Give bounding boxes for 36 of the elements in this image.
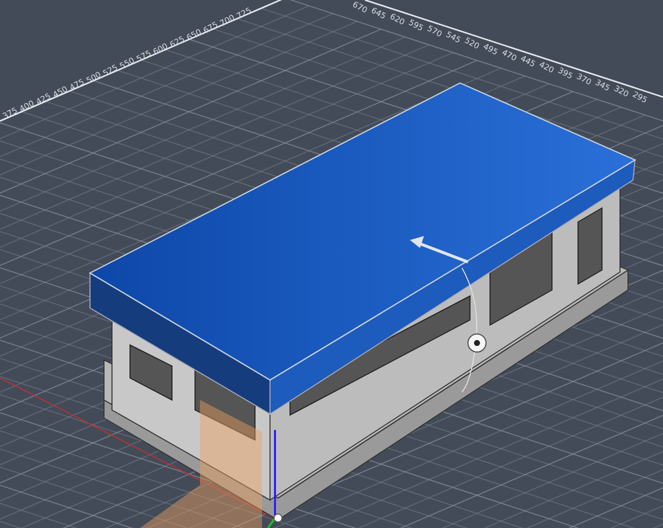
ruler-label: 295 xyxy=(631,90,649,105)
ruler-label: 445 xyxy=(519,54,537,69)
ruler-label: 700 xyxy=(218,12,236,28)
ruler-label: 370 xyxy=(575,72,593,87)
ruler-label: 470 xyxy=(500,48,518,63)
ruler-label: 475 xyxy=(68,77,86,92)
ruler-label: 520 xyxy=(463,36,481,51)
ruler-label: 400 xyxy=(18,98,36,114)
ruler-label: 570 xyxy=(426,24,444,39)
ruler-label: 545 xyxy=(444,30,462,45)
ruler-label: 345 xyxy=(594,78,612,93)
ruler-label: 625 xyxy=(168,34,186,50)
ruler-label: 550 xyxy=(118,56,136,71)
ruler-label: 395 xyxy=(556,66,574,81)
ruler-label: 320 xyxy=(612,84,630,99)
ruler-label: 670 xyxy=(351,0,369,15)
origin-handle[interactable] xyxy=(274,514,282,522)
ruler-label: 495 xyxy=(482,42,500,57)
ruler-label: 600 xyxy=(152,42,170,57)
ruler-label: 525 xyxy=(102,62,120,78)
rotate-handle[interactable] xyxy=(468,334,486,352)
ruler-label: 425 xyxy=(34,92,52,107)
ruler-label: 450 xyxy=(51,84,70,100)
ruler-label: 575 xyxy=(134,48,153,64)
ruler-label: 725 xyxy=(235,6,253,21)
y-axis-line xyxy=(267,517,276,528)
3d-viewport[interactable]: 375 400 425 450 475 500 525 550 575 600 625 650 675 700 725 670 645 620 595 570 545 520 495 470 445 420 395 370 345 320 295 xyxy=(0,0,663,528)
ruler-label: 650 xyxy=(185,27,203,42)
ruler-label: 595 xyxy=(407,18,425,33)
ruler-label: 645 xyxy=(370,6,388,21)
ruler-label: 675 xyxy=(202,20,220,36)
move-arrow-handle[interactable] xyxy=(410,236,469,264)
ruler-label: 500 xyxy=(84,70,102,86)
ruler-label: 375 xyxy=(1,106,19,121)
ruler-label: 420 xyxy=(538,60,556,75)
ruler-label: 620 xyxy=(388,12,406,27)
